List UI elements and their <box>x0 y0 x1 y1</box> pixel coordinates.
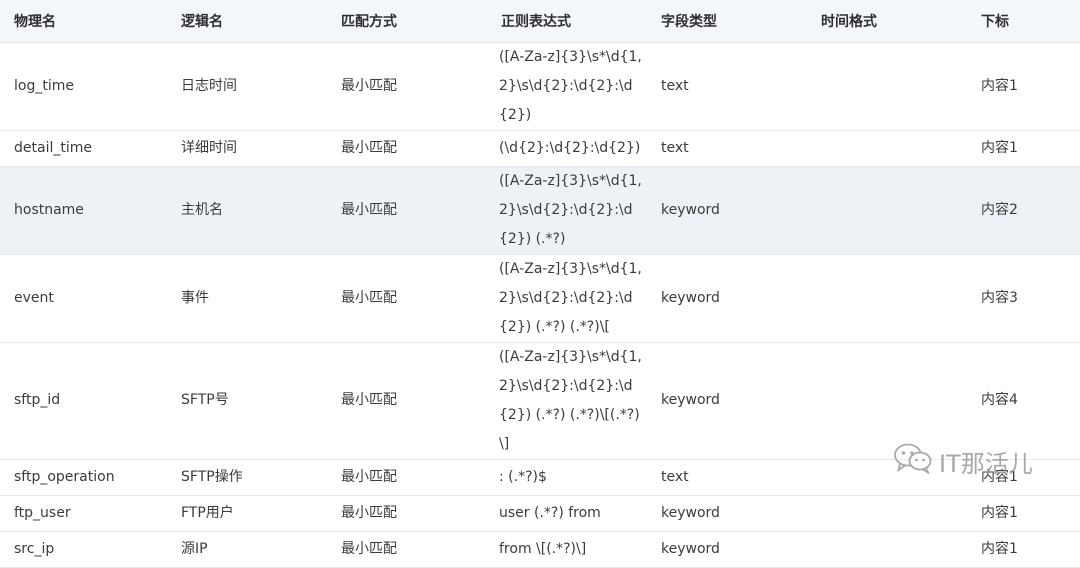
watermark: IT那活儿 <box>893 443 1058 479</box>
cell-physical: sftp_operation <box>0 459 167 496</box>
cell-regex: ([A-Za-z]{3}\s*\d{1,2}\s\d{2}:\d{2}:\d{2… <box>487 166 647 255</box>
cell-index: 内容3 <box>967 254 1080 343</box>
cell-type: text <box>647 130 807 167</box>
cell-time-format <box>807 130 967 167</box>
header-field-type[interactable]: 字段类型 <box>647 0 807 43</box>
table-header-row: 物理名 逻辑名 匹配方式 正则表达式 字段类型 时间格式 下标 <box>0 0 1080 43</box>
cell-match: 最小匹配 <box>327 130 487 167</box>
cell-index: 内容2 <box>967 166 1080 255</box>
cell-physical: src_ip <box>0 531 167 568</box>
cell-physical: ftp_user <box>0 495 167 532</box>
cell-regex: from \[(.*?)\] <box>487 531 647 568</box>
cell-type: text <box>647 459 807 496</box>
field-mapping-table: 物理名 逻辑名 匹配方式 正则表达式 字段类型 时间格式 下标 log_time… <box>0 0 1080 568</box>
cell-logical: 日志时间 <box>167 42 327 131</box>
cell-physical: log_time <box>0 42 167 131</box>
cell-time-format <box>807 342 967 460</box>
cell-match: 最小匹配 <box>327 166 487 255</box>
cell-type: keyword <box>647 531 807 568</box>
header-regex[interactable]: 正则表达式 <box>487 0 647 43</box>
table-row[interactable]: detail_time 详细时间 最小匹配 (\d{2}:\d{2}:\d{2}… <box>0 130 1080 167</box>
table-row[interactable]: ftp_user FTP用户 最小匹配 user (.*?) from keyw… <box>0 495 1080 532</box>
cell-type: text <box>647 42 807 131</box>
cell-regex: (\d{2}:\d{2}:\d{2}) <box>487 130 647 167</box>
cell-logical: 主机名 <box>167 166 327 255</box>
cell-regex: user (.*?) from <box>487 495 647 532</box>
cell-index: 内容1 <box>967 42 1080 131</box>
header-index[interactable]: 下标 <box>967 0 1080 43</box>
table-row[interactable]: log_time 日志时间 最小匹配 ([A-Za-z]{3}\s*\d{1,2… <box>0 42 1080 131</box>
cell-index: 内容4 <box>967 342 1080 460</box>
cell-type: keyword <box>647 342 807 460</box>
cell-time-format <box>807 531 967 568</box>
cell-regex: : (.*?)$ <box>487 459 647 496</box>
cell-type: keyword <box>647 495 807 532</box>
header-physical-name[interactable]: 物理名 <box>0 0 167 43</box>
header-match-mode[interactable]: 匹配方式 <box>327 0 487 43</box>
table-row[interactable]: src_ip 源IP 最小匹配 from \[(.*?)\] keyword 内… <box>0 531 1080 568</box>
table-row[interactable]: event 事件 最小匹配 ([A-Za-z]{3}\s*\d{1,2}\s\d… <box>0 254 1080 343</box>
cell-type: keyword <box>647 254 807 343</box>
cell-logical: 详细时间 <box>167 130 327 167</box>
watermark-text: IT那活儿 <box>939 449 1033 478</box>
cell-match: 最小匹配 <box>327 459 487 496</box>
cell-regex: ([A-Za-z]{3}\s*\d{1,2}\s\d{2}:\d{2}:\d{2… <box>487 342 647 460</box>
cell-physical: event <box>0 254 167 343</box>
cell-time-format <box>807 42 967 131</box>
cell-logical: SFTP操作 <box>167 459 327 496</box>
cell-physical: sftp_id <box>0 342 167 460</box>
cell-physical: detail_time <box>0 130 167 167</box>
cell-time-format <box>807 166 967 255</box>
table-row[interactable]: hostname 主机名 最小匹配 ([A-Za-z]{3}\s*\d{1,2}… <box>0 166 1080 255</box>
cell-regex: ([A-Za-z]{3}\s*\d{1,2}\s\d{2}:\d{2}:\d{2… <box>487 254 647 343</box>
cell-index: 内容1 <box>967 495 1080 532</box>
cell-match: 最小匹配 <box>327 531 487 568</box>
header-logical-name[interactable]: 逻辑名 <box>167 0 327 43</box>
cell-index: 内容1 <box>967 531 1080 568</box>
cell-type: keyword <box>647 166 807 255</box>
header-time-format[interactable]: 时间格式 <box>807 0 967 43</box>
cell-index: 内容1 <box>967 130 1080 167</box>
cell-match: 最小匹配 <box>327 42 487 131</box>
cell-logical: FTP用户 <box>167 495 327 532</box>
cell-match: 最小匹配 <box>327 342 487 460</box>
cell-match: 最小匹配 <box>327 254 487 343</box>
cell-physical: hostname <box>0 166 167 255</box>
cell-logical: 源IP <box>167 531 327 568</box>
cell-time-format <box>807 495 967 532</box>
cell-match: 最小匹配 <box>327 495 487 532</box>
wechat-icon <box>893 442 939 480</box>
cell-logical: 事件 <box>167 254 327 343</box>
cell-regex: ([A-Za-z]{3}\s*\d{1,2}\s\d{2}:\d{2}:\d{2… <box>487 42 647 131</box>
cell-time-format <box>807 254 967 343</box>
cell-logical: SFTP号 <box>167 342 327 460</box>
